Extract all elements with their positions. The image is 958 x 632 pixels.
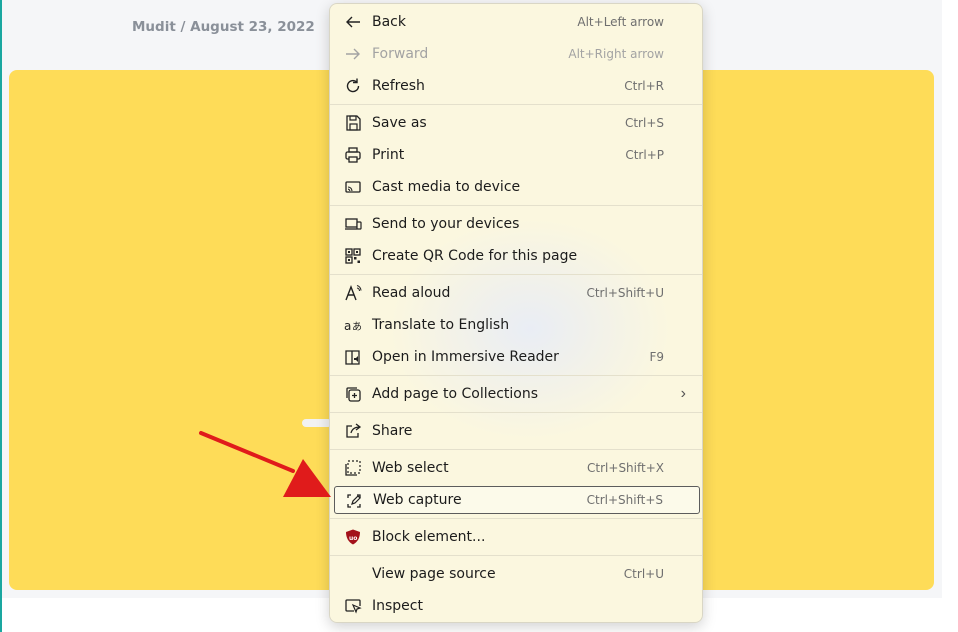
chevron-right-icon: › bbox=[680, 385, 686, 402]
scrollbar-track[interactable] bbox=[942, 0, 958, 632]
devices-icon bbox=[344, 215, 362, 233]
inspect-icon bbox=[344, 597, 362, 615]
forward-arrow-icon bbox=[344, 45, 362, 63]
printer-icon bbox=[344, 146, 362, 164]
back-arrow-icon bbox=[344, 13, 362, 31]
svg-text:uo: uo bbox=[349, 535, 357, 542]
collections-icon bbox=[344, 385, 362, 403]
menu-item-forward[interactable]: Forward Alt+Right arrow bbox=[334, 40, 700, 68]
menu-item-view-page-source[interactable]: View page source Ctrl+U bbox=[334, 560, 700, 588]
menu-item-add-to-collections[interactable]: Add page to Collections › bbox=[334, 380, 700, 408]
svg-text:あ: あ bbox=[352, 321, 362, 333]
menu-item-share[interactable]: Share bbox=[334, 417, 700, 445]
menu-separator bbox=[330, 412, 702, 413]
menu-item-immersive-reader[interactable]: Open in Immersive Reader F9 bbox=[334, 343, 700, 371]
save-icon bbox=[344, 114, 362, 132]
menu-item-send-to-devices[interactable]: Send to your devices bbox=[334, 210, 700, 238]
cast-icon bbox=[344, 178, 362, 196]
menu-item-cast-media[interactable]: Cast media to device bbox=[334, 173, 700, 201]
refresh-icon bbox=[344, 77, 362, 95]
menu-item-back[interactable]: Back Alt+Left arrow bbox=[334, 8, 700, 36]
menu-separator bbox=[330, 518, 702, 519]
menu-separator bbox=[330, 375, 702, 376]
context-menu: Back Alt+Left arrow Forward Alt+Right ar… bbox=[329, 3, 703, 623]
menu-item-refresh[interactable]: Refresh Ctrl+R bbox=[334, 72, 700, 100]
immersive-reader-icon bbox=[344, 348, 362, 366]
translate-icon: aあ bbox=[344, 316, 362, 334]
menu-separator bbox=[330, 555, 702, 556]
share-icon bbox=[344, 422, 362, 440]
web-capture-icon bbox=[345, 492, 363, 510]
menu-item-print[interactable]: Print Ctrl+P bbox=[334, 141, 700, 169]
ublock-shield-icon: uo bbox=[344, 528, 362, 546]
menu-item-save-as[interactable]: Save as Ctrl+S bbox=[334, 109, 700, 137]
annotation-arrow-icon bbox=[199, 431, 331, 497]
menu-item-read-aloud[interactable]: Read aloud Ctrl+Shift+U bbox=[334, 279, 700, 307]
menu-item-create-qr-code[interactable]: Create QR Code for this page bbox=[334, 242, 700, 270]
qr-code-icon bbox=[344, 247, 362, 265]
svg-text:a: a bbox=[344, 319, 351, 333]
menu-item-block-element[interactable]: uo Block element... bbox=[334, 523, 700, 551]
menu-separator bbox=[330, 449, 702, 450]
web-select-icon bbox=[344, 459, 362, 477]
menu-separator bbox=[330, 274, 702, 275]
menu-item-inspect[interactable]: Inspect bbox=[334, 592, 700, 620]
menu-separator bbox=[330, 205, 702, 206]
menu-item-web-select[interactable]: Web select Ctrl+Shift+X bbox=[334, 454, 700, 482]
menu-item-translate[interactable]: aあ Translate to English bbox=[334, 311, 700, 339]
menu-item-web-capture[interactable]: Web capture Ctrl+Shift+S bbox=[334, 486, 700, 514]
menu-separator bbox=[330, 104, 702, 105]
article-byline: Mudit / August 23, 2022 bbox=[132, 19, 315, 35]
read-aloud-icon bbox=[344, 284, 362, 302]
